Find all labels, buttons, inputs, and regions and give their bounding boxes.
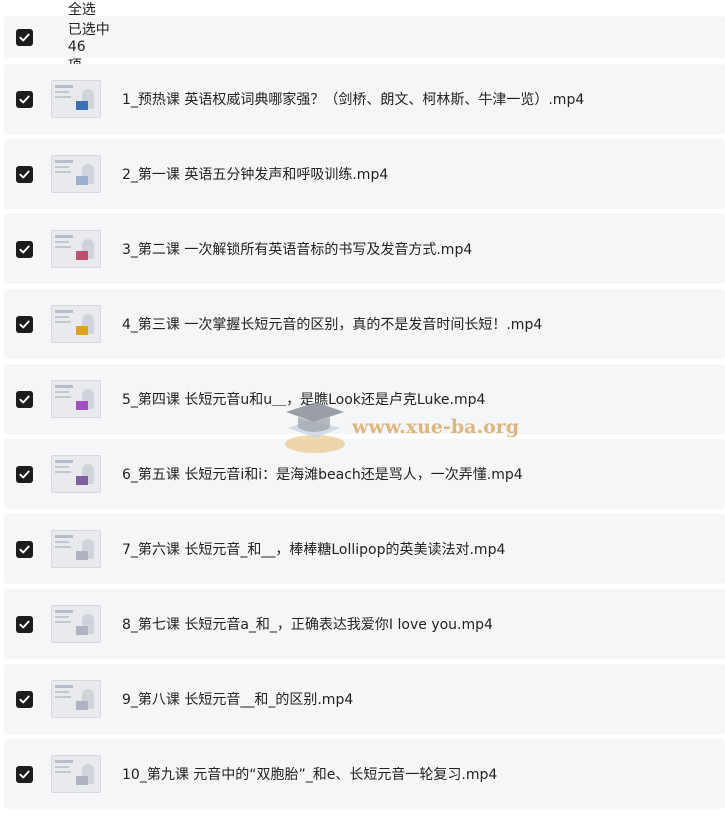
video-thumbnail[interactable] (51, 680, 101, 718)
file-checkbox[interactable] (16, 465, 33, 483)
file-row[interactable]: 8_第七课 长短元音a_和_，正确表达我爱你I love you.mp4 (4, 589, 725, 659)
file-name[interactable]: 7_第六课 长短元音_和__，棒棒糖Lollipop的英美读法对.mp4 (122, 539, 505, 559)
video-thumbnail[interactable] (51, 530, 101, 568)
file-list: 1_预热课 英语权威词典哪家强？（剑桥、朗文、柯林斯、牛津一览）.mp4 2_第一… (4, 64, 725, 814)
file-name[interactable]: 4_第三课 一次掌握长短元音的区别，真的不是发音时间长短！.mp4 (122, 314, 542, 334)
file-name[interactable]: 2_第一课 英语五分钟发声和呼吸训练.mp4 (122, 164, 388, 184)
check-icon (19, 470, 30, 478)
thumbnail-accent (76, 251, 88, 260)
file-name[interactable]: 10_第九课 元音中的“双胞胎”_和e、长短元音一轮复习.mp4 (122, 764, 497, 784)
file-checkbox[interactable] (16, 615, 33, 633)
video-thumbnail[interactable] (51, 230, 101, 268)
file-row[interactable]: 1_预热课 英语权威词典哪家强？（剑桥、朗文、柯林斯、牛津一览）.mp4 (4, 64, 725, 134)
thumbnail-accent (76, 776, 88, 785)
video-thumbnail[interactable] (51, 605, 101, 643)
video-thumbnail[interactable] (51, 305, 101, 343)
thumbnail-accent (76, 701, 88, 710)
file-checkbox[interactable] (16, 390, 33, 408)
file-checkbox[interactable] (16, 165, 33, 183)
file-row[interactable]: 2_第一课 英语五分钟发声和呼吸训练.mp4 (4, 139, 725, 209)
file-row[interactable]: 5_第四课 长短元音u和u＿，是瞧Look还是卢克Luke.mp4 (4, 364, 725, 434)
file-name[interactable]: 9_第八课 长短元音__和_的区别.mp4 (122, 689, 353, 709)
file-checkbox[interactable] (16, 315, 33, 333)
thumbnail-accent (76, 626, 88, 635)
file-name[interactable]: 8_第七课 长短元音a_和_，正确表达我爱你I love you.mp4 (122, 614, 493, 634)
check-icon (19, 395, 30, 403)
check-icon (19, 245, 30, 253)
file-row[interactable]: 9_第八课 长短元音__和_的区别.mp4 (4, 664, 725, 734)
thumbnail-accent (76, 326, 88, 335)
file-checkbox[interactable] (16, 765, 33, 783)
select-all-label[interactable]: 全选 (68, 2, 96, 18)
thumbnail-accent (76, 476, 88, 485)
check-icon (19, 620, 30, 628)
select-all-checkbox[interactable] (16, 28, 33, 46)
file-name[interactable]: 6_第五课 长短元音i和i：是海滩beach还是骂人，一次弄懂.mp4 (122, 464, 523, 484)
file-row[interactable]: 4_第三课 一次掌握长短元音的区别，真的不是发音时间长短！.mp4 (4, 289, 725, 359)
selected-prefix: 已选中 (67, 22, 110, 38)
video-thumbnail[interactable] (51, 80, 101, 118)
check-icon (19, 545, 30, 553)
file-row[interactable]: 3_第二课 一次解锁所有英语音标的书写及发音方式.mp4 (4, 214, 725, 284)
video-thumbnail[interactable] (51, 155, 101, 193)
thumbnail-accent (76, 551, 88, 560)
video-thumbnail[interactable] (51, 380, 101, 418)
check-icon (19, 95, 30, 103)
check-icon (19, 33, 30, 41)
file-name[interactable]: 5_第四课 长短元音u和u＿，是瞧Look还是卢克Luke.mp4 (122, 389, 485, 409)
file-checkbox[interactable] (16, 240, 33, 258)
file-row[interactable]: 6_第五课 长短元音i和i：是海滩beach还是骂人，一次弄懂.mp4 (4, 439, 725, 509)
thumbnail-accent (76, 176, 88, 185)
check-icon (19, 170, 30, 178)
file-name[interactable]: 3_第二课 一次解锁所有英语音标的书写及发音方式.mp4 (122, 239, 472, 259)
file-row[interactable]: 10_第九课 元音中的“双胞胎”_和e、长短元音一轮复习.mp4 (4, 739, 725, 809)
select-all-bar: 全选 已选中 46 项 (4, 2, 725, 74)
file-checkbox[interactable] (16, 540, 33, 558)
video-thumbnail[interactable] (51, 455, 101, 493)
file-name[interactable]: 1_预热课 英语权威词典哪家强？（剑桥、朗文、柯林斯、牛津一览）.mp4 (122, 89, 584, 109)
check-icon (19, 770, 30, 778)
check-icon (19, 320, 30, 328)
thumbnail-accent (76, 101, 88, 110)
check-icon (19, 695, 30, 703)
thumbnail-accent (76, 401, 88, 410)
file-checkbox[interactable] (16, 690, 33, 708)
file-checkbox[interactable] (16, 90, 33, 108)
file-row[interactable]: 7_第六课 长短元音_和__，棒棒糖Lollipop的英美读法对.mp4 (4, 514, 725, 584)
video-thumbnail[interactable] (51, 755, 101, 793)
selected-count: 46 (67, 39, 86, 55)
